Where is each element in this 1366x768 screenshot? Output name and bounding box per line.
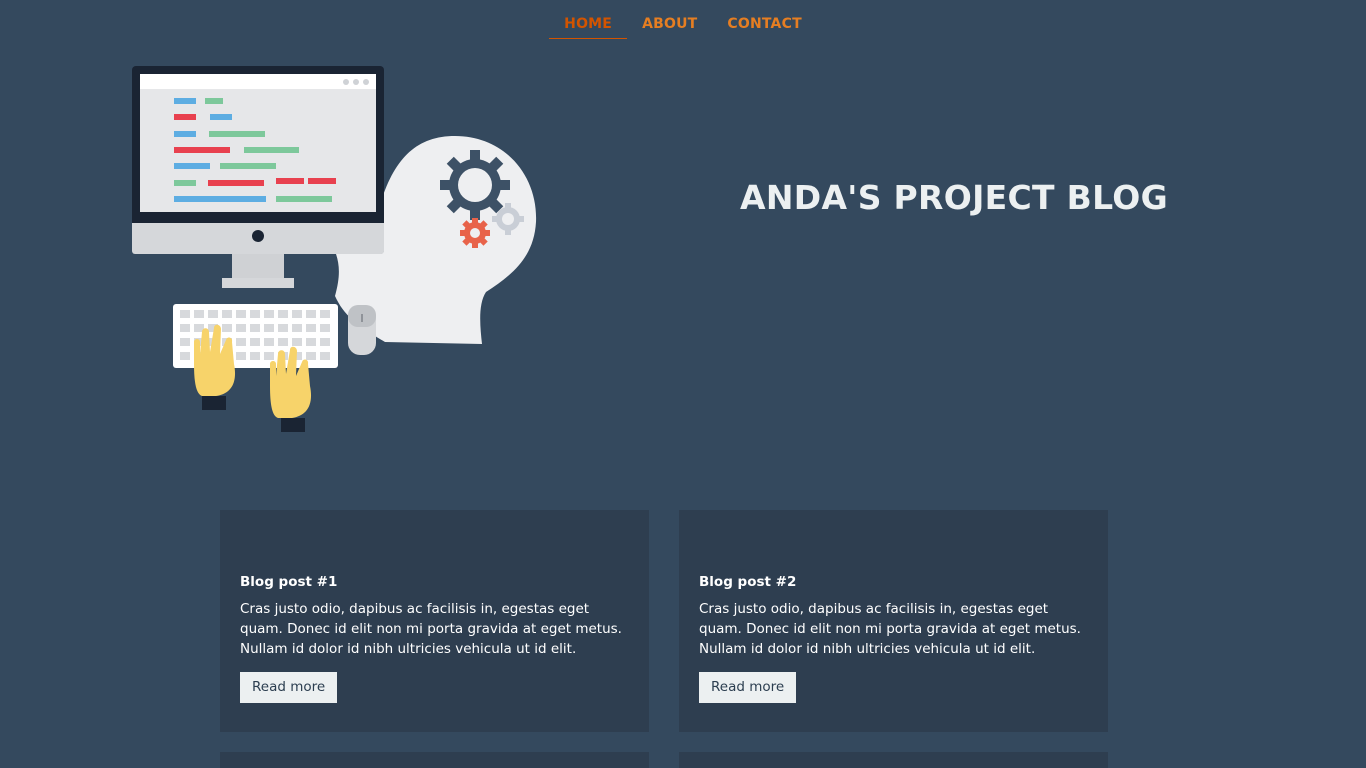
- page: HOME ABOUT CONTACT ANDA'S PROJECT BLOG B…: [0, 0, 1366, 768]
- blog-post-card-partial: [220, 752, 649, 768]
- blog-post-title: Blog post #1: [240, 574, 338, 590]
- blog-post-excerpt: Cras justo odio, dapibus ac facilisis in…: [699, 601, 1081, 657]
- mouse-icon: [348, 305, 376, 355]
- nav-contact-link[interactable]: CONTACT: [712, 9, 816, 39]
- read-more-button[interactable]: Read more: [240, 672, 338, 703]
- orange-gear-icon: [460, 218, 490, 248]
- top-nav: HOME ABOUT CONTACT: [0, 0, 1366, 40]
- nav-about-link[interactable]: ABOUT: [627, 9, 712, 39]
- nav-home-link[interactable]: HOME: [549, 9, 628, 39]
- blog-post-title: Blog post #2: [699, 574, 797, 590]
- large-gear-icon: [440, 150, 510, 220]
- page-title: ANDA'S PROJECT BLOG: [740, 178, 1168, 217]
- developer-illustration: [132, 66, 537, 432]
- blog-post-excerpt: Cras justo odio, dapibus ac facilisis in…: [240, 601, 622, 657]
- blog-post-card: Blog post #1 Cras justo odio, dapibus ac…: [220, 510, 649, 732]
- blog-post-card-partial: [679, 752, 1108, 768]
- read-more-button[interactable]: Read more: [699, 672, 797, 703]
- blog-post-card: Blog post #2 Cras justo odio, dapibus ac…: [679, 510, 1108, 732]
